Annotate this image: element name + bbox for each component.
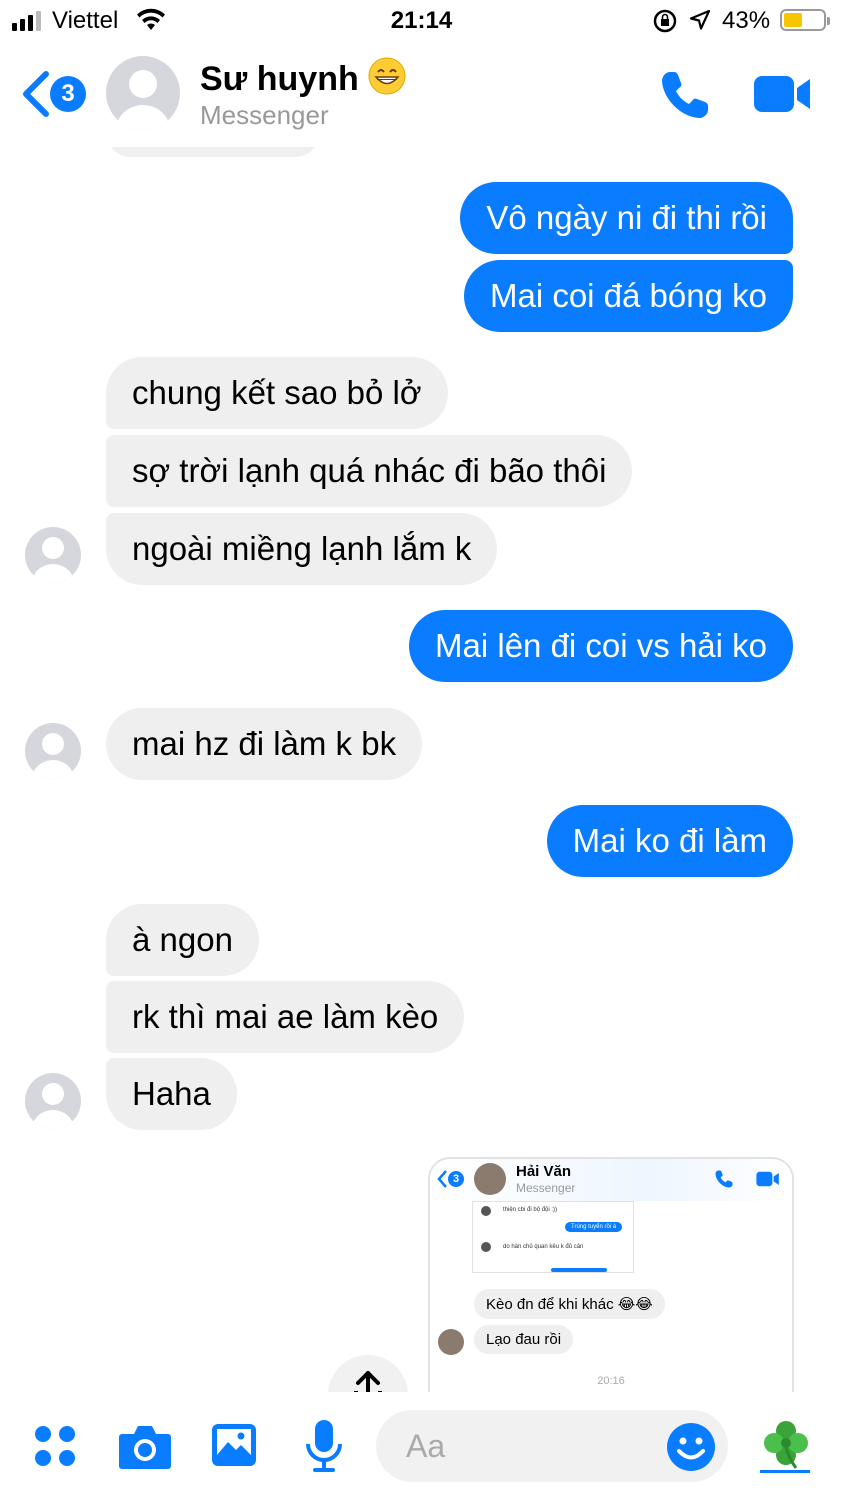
message-input[interactable]: Aa	[376, 1410, 728, 1482]
message-bubble-outgoing[interactable]: Mai lên đi coi vs hải ko	[409, 610, 793, 682]
nested-message: thiện cbi đi bộ đội :))	[503, 1207, 558, 1213]
phone-icon	[715, 1170, 733, 1188]
avatar[interactable]	[25, 1073, 81, 1129]
avatar	[481, 1242, 491, 1252]
grinning-face-icon	[368, 57, 406, 95]
battery-icon	[780, 9, 830, 31]
clock: 21:14	[390, 7, 453, 34]
emoji-smile-icon[interactable]	[666, 1422, 716, 1472]
gallery-icon[interactable]	[210, 1422, 258, 1468]
screenshot-message: Kèo đn để khi khác 😂😂	[474, 1289, 665, 1319]
avatar[interactable]	[25, 723, 81, 779]
screenshot-message: Lạo đau rồi	[474, 1325, 574, 1354]
clover-icon[interactable]	[760, 1418, 812, 1470]
nested-message: do hàn chủ quan kêu k đủ cân	[503, 1244, 584, 1250]
message-thread[interactable]: Vô ngày ni đi thi rồi Mai coi đá bóng ko…	[0, 147, 843, 1392]
avatar	[481, 1206, 491, 1216]
contact-subtitle: Messenger	[200, 100, 329, 130]
video-camera-icon	[756, 1171, 779, 1187]
microphone-icon[interactable]	[304, 1418, 344, 1474]
contact-name-text: Sư huynh	[200, 60, 359, 98]
location-arrow-icon	[689, 9, 711, 30]
conversation-header: 3 Sư huynh Messenger	[0, 42, 843, 147]
message-bubble-incoming[interactable]: chung kết sao bỏ lở	[106, 357, 448, 429]
message-bubble-incoming[interactable]: sợ trời lạnh quá nhác đi bão thôi	[106, 435, 633, 507]
message-bubble-incoming[interactable]: ngoài miềng lạnh lắm k	[106, 513, 498, 585]
message-bubble-partial	[106, 147, 320, 157]
message-bubble-incoming[interactable]: rk thì mai ae làm kèo	[106, 981, 465, 1053]
screenshot-timestamp: 20:16	[597, 1375, 625, 1387]
shared-screenshot-image[interactable]: 3 Hải Văn Messenger thiện cbi đi bộ đội …	[428, 1157, 794, 1392]
message-bubble-outgoing[interactable]: Vô ngày ni đi thi rồi	[460, 182, 793, 254]
rotation-lock-icon	[653, 9, 677, 33]
back-chevron-icon	[437, 1170, 447, 1188]
apps-icon[interactable]	[34, 1425, 76, 1467]
message-input-placeholder: Aa	[406, 1428, 446, 1464]
message-bubble-incoming[interactable]: Haha	[106, 1058, 237, 1130]
nested-bubble-edge	[551, 1268, 607, 1272]
message-bubble-outgoing[interactable]: Mai coi đá bóng ko	[463, 260, 793, 332]
avatar[interactable]	[106, 56, 180, 130]
contact-name[interactable]: Sư huynh	[200, 56, 407, 99]
screenshot-subtitle: Messenger	[516, 1181, 576, 1195]
unread-badge: 3	[448, 1171, 464, 1187]
battery-percent: 43%	[722, 7, 771, 34]
unread-badge[interactable]: 3	[50, 76, 86, 112]
camera-icon[interactable]	[118, 1422, 172, 1470]
back-chevron-icon[interactable]	[18, 68, 52, 120]
avatar	[438, 1329, 464, 1355]
avatar	[474, 1163, 506, 1195]
message-bubble-outgoing[interactable]: Mai ko đi làm	[546, 805, 793, 877]
message-bubble-incoming[interactable]: mai hz đi làm k bk	[106, 708, 423, 780]
nested-screenshot: thiện cbi đi bộ đội :)) Trúng tuyển rồi …	[472, 1201, 634, 1273]
avatar[interactable]	[25, 527, 81, 583]
status-bar: Viettel 21:14 43%	[0, 0, 843, 42]
selected-indicator	[760, 1470, 810, 1473]
nested-message: Trúng tuyển rồi à	[565, 1222, 623, 1232]
message-bubble-incoming[interactable]: à ngon	[106, 904, 259, 976]
video-camera-icon[interactable]	[754, 74, 812, 114]
share-button[interactable]	[328, 1355, 408, 1392]
phone-icon[interactable]	[658, 68, 712, 122]
composer-bar: Aa	[0, 1392, 843, 1499]
share-icon	[354, 1371, 382, 1392]
screenshot-contact-name: Hải Văn	[516, 1163, 572, 1180]
